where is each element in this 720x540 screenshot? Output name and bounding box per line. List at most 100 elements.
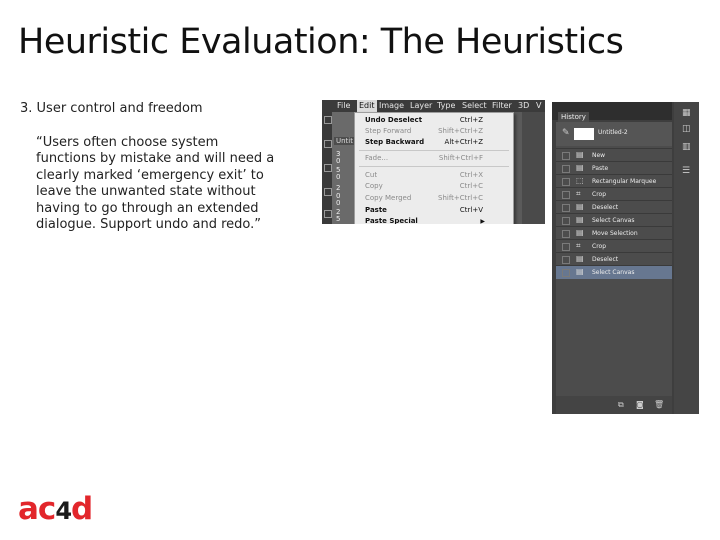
tool-icon[interactable] bbox=[324, 140, 332, 148]
history-row[interactable]: ⌗ Crop bbox=[556, 187, 672, 201]
history-brush-source-checkbox[interactable] bbox=[562, 191, 570, 199]
history-row-label: Deselect bbox=[592, 256, 619, 263]
menu-item-label: Undo Deselect bbox=[365, 116, 423, 124]
logo-letter: d bbox=[71, 491, 93, 527]
menu-item-step-forward[interactable]: Step Forward Shift+Ctrl+Z bbox=[355, 126, 513, 137]
menu-file[interactable]: File bbox=[337, 100, 350, 112]
menu-item-paste-special[interactable]: Paste Special ▶ bbox=[355, 216, 513, 224]
document-icon: ▤ bbox=[576, 267, 584, 276]
history-row[interactable]: ⬚ Rectangular Marquee bbox=[556, 174, 672, 188]
history-brush-source-checkbox[interactable] bbox=[562, 178, 570, 186]
history-brush-source-checkbox[interactable] bbox=[562, 217, 570, 225]
history-brush-source-checkbox[interactable] bbox=[562, 269, 570, 277]
menu-view[interactable]: V bbox=[536, 100, 541, 112]
panel-icon[interactable]: ▦ bbox=[682, 108, 691, 118]
history-brush-source-checkbox[interactable] bbox=[562, 152, 570, 160]
menu-item-copy[interactable]: Copy Ctrl+C bbox=[355, 181, 513, 192]
panel-icon[interactable]: ▥ bbox=[682, 142, 691, 152]
history-row[interactable]: ▤ Select Canvas bbox=[556, 213, 672, 227]
menu-item-shortcut: Ctrl+C bbox=[459, 182, 483, 190]
menu-layer[interactable]: Layer bbox=[410, 100, 432, 112]
panel-icon[interactable]: ☰ bbox=[682, 166, 690, 176]
history-row[interactable]: ▤ Deselect bbox=[556, 252, 672, 266]
history-panel: ✎ Untitled-2 ▤ New ▤ Paste ⬚ Rectangular Ma… bbox=[556, 122, 672, 414]
history-row-label: Select Canvas bbox=[592, 217, 635, 224]
menu-item-step-backward[interactable]: Step Backward Alt+Ctrl+Z bbox=[355, 137, 513, 148]
history-brush-source-checkbox[interactable] bbox=[562, 204, 570, 212]
document-tab[interactable]: Untit bbox=[334, 137, 355, 145]
history-brush-source-checkbox[interactable] bbox=[562, 243, 570, 251]
menu-item-label: Step Backward bbox=[365, 138, 425, 146]
menu-item-label: Cut bbox=[365, 171, 378, 179]
menu-item-fade[interactable]: Fade... Shift+Ctrl+F bbox=[355, 153, 513, 164]
menu-separator bbox=[359, 166, 509, 167]
camera-icon[interactable]: ◙ bbox=[636, 400, 644, 409]
quote-line: dialogue. Support undo and redo.” bbox=[36, 217, 261, 233]
menu-separator bbox=[359, 150, 509, 151]
quote-line: functions by mistake and will need a bbox=[36, 151, 275, 167]
submenu-arrow-icon: ▶ bbox=[480, 218, 485, 224]
tool-icon[interactable] bbox=[324, 164, 332, 172]
crop-icon: ⌗ bbox=[576, 189, 581, 198]
history-row-label: Deselect bbox=[592, 204, 619, 211]
history-side-strip: ▦ ◫ ▥ ☰ bbox=[674, 102, 699, 414]
history-brush-source-checkbox[interactable] bbox=[562, 230, 570, 238]
document-icon: ▤ bbox=[576, 202, 584, 211]
menu-filter[interactable]: Filter bbox=[492, 100, 512, 112]
ac4d-logo: ac4d bbox=[18, 491, 93, 527]
document-icon: ▤ bbox=[576, 254, 584, 263]
document-icon: ▤ bbox=[576, 228, 584, 237]
ruler-number: 0 bbox=[336, 173, 341, 181]
history-row-label: Crop bbox=[592, 191, 607, 198]
ruler-number: 0 bbox=[336, 157, 341, 165]
logo-letter: c bbox=[37, 491, 56, 527]
logo-letter: a bbox=[18, 491, 39, 527]
menu-image[interactable]: Image bbox=[379, 100, 404, 112]
history-row-label: Rectangular Marquee bbox=[592, 178, 657, 185]
tool-icon[interactable] bbox=[324, 210, 332, 218]
history-row[interactable]: ⌗ Crop bbox=[556, 239, 672, 253]
menu-item-shortcut: Ctrl+X bbox=[459, 171, 483, 179]
new-document-from-state-icon[interactable]: ⧉ bbox=[618, 400, 624, 410]
trash-icon[interactable]: 🗑 bbox=[654, 400, 664, 409]
quote-line: having to go through an extended bbox=[36, 200, 259, 216]
history-row-label: New bbox=[592, 152, 606, 159]
history-row[interactable]: ▤ Deselect bbox=[556, 200, 672, 214]
snapshot-thumbnail bbox=[574, 128, 594, 140]
history-row[interactable]: ▤ New bbox=[556, 148, 672, 162]
tab-history[interactable]: History bbox=[558, 112, 589, 122]
history-row-label: Paste bbox=[592, 165, 609, 172]
photoshop-history-panel-screenshot: History ✎ Untitled-2 ▤ New ▤ Paste ⬚ Rectan… bbox=[552, 102, 699, 414]
menu-item-cut[interactable]: Cut Ctrl+X bbox=[355, 170, 513, 181]
panel-icon[interactable]: ◫ bbox=[682, 124, 691, 134]
menu-type[interactable]: Type bbox=[437, 100, 455, 112]
history-row[interactable]: ▤ Paste bbox=[556, 161, 672, 175]
menu-3d[interactable]: 3D bbox=[518, 100, 529, 112]
snapshot-row[interactable]: ✎ Untitled-2 bbox=[556, 122, 672, 146]
tool-icon[interactable] bbox=[324, 188, 332, 196]
menu-item-label: Fade... bbox=[365, 154, 389, 162]
history-row-selected[interactable]: ▤ Select Canvas bbox=[556, 265, 672, 279]
ruler-number: 0 bbox=[336, 199, 341, 207]
menu-item-shortcut: Alt+Ctrl+Z bbox=[444, 138, 483, 146]
menu-select[interactable]: Select bbox=[462, 100, 487, 112]
history-brush-icon[interactable]: ✎ bbox=[562, 128, 570, 138]
menu-edit[interactable]: Edit bbox=[357, 100, 377, 112]
tool-icon[interactable] bbox=[324, 116, 332, 124]
history-brush-source-checkbox[interactable] bbox=[562, 256, 570, 264]
menu-item-paste[interactable]: Paste Ctrl+V bbox=[355, 205, 513, 216]
menu-item-undo-deselect[interactable]: Undo Deselect Ctrl+Z bbox=[355, 115, 513, 126]
history-row-label: Crop bbox=[592, 243, 607, 250]
history-brush-source-checkbox[interactable] bbox=[562, 165, 570, 173]
ps-right-panel bbox=[522, 112, 545, 224]
document-icon: ▤ bbox=[576, 163, 584, 172]
menu-item-copy-merged[interactable]: Copy Merged Shift+Ctrl+C bbox=[355, 193, 513, 204]
edit-dropdown-menu: Undo Deselect Ctrl+Z Step Forward Shift+… bbox=[354, 112, 514, 224]
menu-item-label: Paste Special bbox=[365, 217, 418, 224]
menu-item-label: Copy bbox=[365, 182, 383, 190]
document-icon: ▤ bbox=[576, 150, 584, 159]
heuristic-quote: “Users often choose system functions by … bbox=[36, 135, 298, 233]
menu-item-label: Step Forward bbox=[365, 127, 412, 135]
history-row[interactable]: ▤ Move Selection bbox=[556, 226, 672, 240]
photoshop-edit-menu-screenshot: File Edit Image Layer Type Select Filter… bbox=[322, 100, 545, 224]
